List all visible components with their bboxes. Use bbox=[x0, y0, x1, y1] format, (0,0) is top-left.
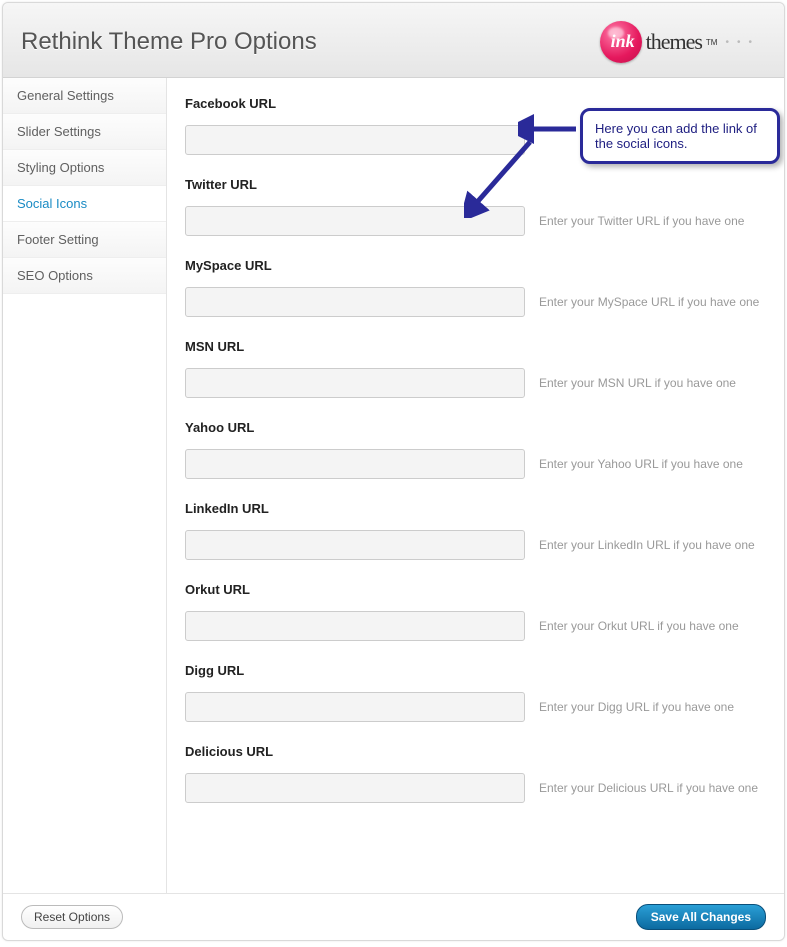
field-label: Digg URL bbox=[185, 663, 762, 678]
field-desc: Enter your Yahoo URL if you have one bbox=[539, 457, 743, 471]
options-panel: Rethink Theme Pro Options ink themesTM •… bbox=[2, 2, 785, 941]
field-label: Delicious URL bbox=[185, 744, 762, 759]
field-yahoo: Yahoo URL Enter your Yahoo URL if you ha… bbox=[185, 420, 762, 479]
field-label: Yahoo URL bbox=[185, 420, 762, 435]
content: Here you can add the link of the social … bbox=[167, 78, 784, 893]
sidebar-item-social[interactable]: Social Icons bbox=[3, 186, 166, 222]
callout-arrow-icon bbox=[464, 138, 534, 218]
sidebar-item-general[interactable]: General Settings bbox=[3, 78, 166, 114]
callout-tooltip: Here you can add the link of the social … bbox=[580, 108, 780, 164]
field-digg: Digg URL Enter your Digg URL if you have… bbox=[185, 663, 762, 722]
save-button[interactable]: Save All Changes bbox=[636, 904, 766, 930]
field-linkedin: LinkedIn URL Enter your LinkedIn URL if … bbox=[185, 501, 762, 560]
sidebar-item-slider[interactable]: Slider Settings bbox=[3, 114, 166, 150]
reset-button[interactable]: Reset Options bbox=[21, 905, 123, 929]
field-label: Orkut URL bbox=[185, 582, 762, 597]
logo-ball-icon: ink bbox=[600, 21, 642, 63]
sidebar-item-seo[interactable]: SEO Options bbox=[3, 258, 166, 294]
field-msn: MSN URL Enter your MSN URL if you have o… bbox=[185, 339, 762, 398]
sidebar: General Settings Slider Settings Styling… bbox=[3, 78, 167, 893]
body: General Settings Slider Settings Styling… bbox=[3, 78, 784, 893]
yahoo-url-input[interactable] bbox=[185, 449, 525, 479]
footer: Reset Options Save All Changes bbox=[3, 893, 784, 940]
field-desc: Enter your Orkut URL if you have one bbox=[539, 619, 739, 633]
field-myspace: MySpace URL Enter your MySpace URL if yo… bbox=[185, 258, 762, 317]
field-label: MSN URL bbox=[185, 339, 762, 354]
linkedin-url-input[interactable] bbox=[185, 530, 525, 560]
field-desc: Enter your Delicious URL if you have one bbox=[539, 781, 758, 795]
orkut-url-input[interactable] bbox=[185, 611, 525, 641]
delicious-url-input[interactable] bbox=[185, 773, 525, 803]
logo-text: themes bbox=[646, 29, 702, 55]
header: Rethink Theme Pro Options ink themesTM •… bbox=[3, 3, 784, 78]
field-desc: Enter your MySpace URL if you have one bbox=[539, 295, 759, 309]
field-desc: Enter your MSN URL if you have one bbox=[539, 376, 736, 390]
msn-url-input[interactable] bbox=[185, 368, 525, 398]
brand-logo: ink themesTM ••• bbox=[600, 21, 760, 63]
sidebar-item-styling[interactable]: Styling Options bbox=[3, 150, 166, 186]
field-desc: Enter your Digg URL if you have one bbox=[539, 700, 734, 714]
digg-url-input[interactable] bbox=[185, 692, 525, 722]
field-desc: Enter your LinkedIn URL if you have one bbox=[539, 538, 755, 552]
callout-text: Here you can add the link of the social … bbox=[595, 121, 757, 151]
field-label: MySpace URL bbox=[185, 258, 762, 273]
field-orkut: Orkut URL Enter your Orkut URL if you ha… bbox=[185, 582, 762, 641]
field-label: LinkedIn URL bbox=[185, 501, 762, 516]
page-title: Rethink Theme Pro Options bbox=[21, 28, 317, 56]
sidebar-item-footer[interactable]: Footer Setting bbox=[3, 222, 166, 258]
field-delicious: Delicious URL Enter your Delicious URL i… bbox=[185, 744, 762, 803]
field-desc: Enter your Twitter URL if you have one bbox=[539, 214, 744, 228]
myspace-url-input[interactable] bbox=[185, 287, 525, 317]
